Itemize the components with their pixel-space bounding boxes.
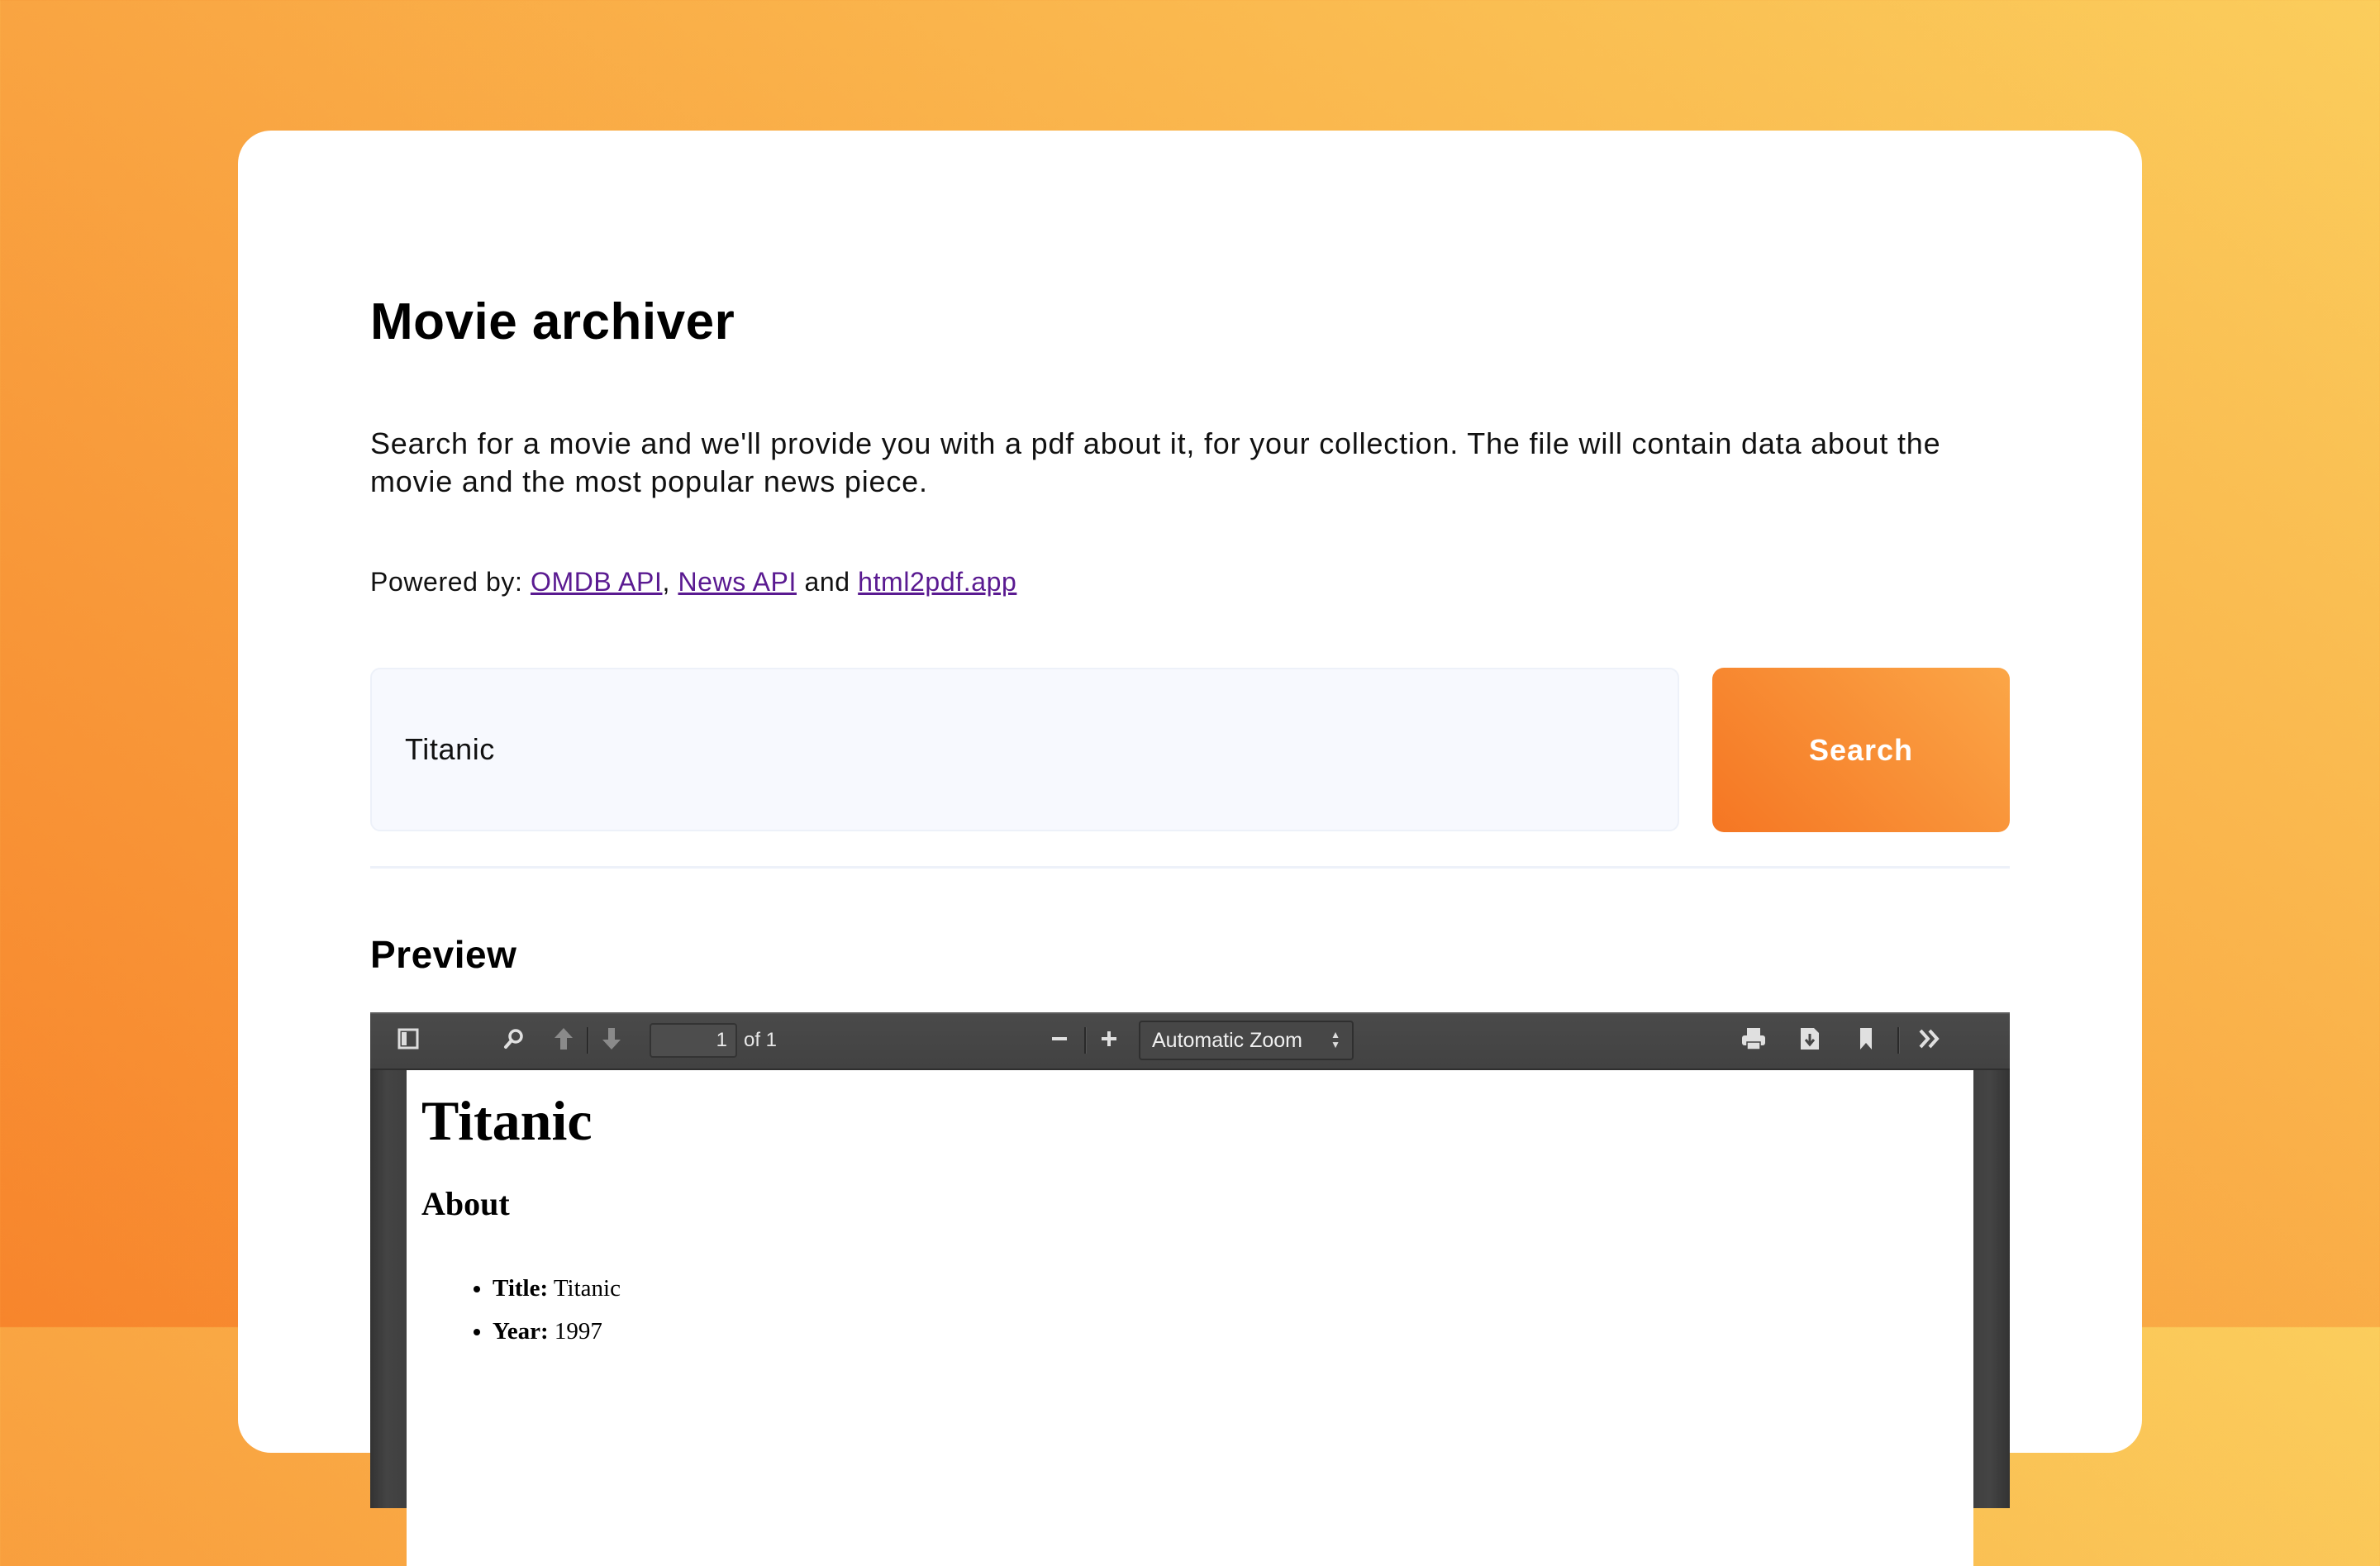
next-page-button[interactable] [592,1024,631,1057]
zoom-select-value: Automatic Zoom [1152,1028,1303,1052]
pdf-page: Titanic About Title: Titanic Year: 1997 [407,1070,1973,1566]
bookmark-icon [1858,1026,1874,1055]
item-value: 1997 [548,1318,602,1345]
zoom-select[interactable]: Automatic Zoom ▲ ▼ [1139,1021,1354,1060]
separator: , [662,567,678,597]
plus-icon [1099,1029,1119,1053]
toolbar-separator [587,1027,588,1054]
toolbar-separator [1084,1027,1086,1054]
select-arrows-icon: ▲ ▼ [1330,1029,1340,1050]
item-label: Title: [493,1275,549,1302]
movie-search-input[interactable] [370,668,1679,831]
arrow-down-icon [600,1026,623,1055]
separator: and [797,567,859,597]
page-title: Movie archiver [370,293,735,350]
arrow-up-icon [552,1026,575,1055]
pdf-toolbar: of 1 Automatic Zoom ▲▼ [370,1012,2010,1070]
pdf-section-heading: About [421,1185,510,1222]
search-icon [502,1027,526,1054]
powered-by: Powered by: OMDB API, News API and html2… [370,567,1016,597]
sidebar-icon [397,1027,420,1054]
preview-heading: Preview [370,933,517,976]
news-api-link[interactable]: News API [678,567,797,597]
main-card: Movie archiver Search for a movie and we… [238,131,2142,1566]
divider [370,866,2010,869]
printer-icon [1740,1026,1767,1055]
download-icon [1799,1026,1821,1055]
double-chevron-right-icon [1918,1028,1943,1054]
item-label: Year: [493,1318,549,1345]
zoom-in-button[interactable] [1089,1024,1129,1057]
pdf-document-title: Titanic [421,1089,593,1152]
previous-page-button[interactable] [544,1024,583,1057]
find-button[interactable] [494,1024,534,1057]
zoom-out-button[interactable] [1040,1024,1079,1057]
page-number-input[interactable] [650,1023,737,1058]
print-button[interactable] [1734,1024,1773,1057]
pdf-viewer: of 1 Automatic Zoom ▲▼ [370,1012,2010,1566]
page-count: of 1 [744,1029,778,1051]
download-button[interactable] [1790,1024,1830,1057]
list-item: Title: Titanic [493,1267,621,1310]
tools-button[interactable] [1911,1024,1950,1057]
item-value: Titanic [548,1275,621,1302]
html2pdf-link[interactable]: html2pdf.app [858,567,1016,597]
minus-icon [1050,1029,1069,1053]
toolbar-separator [1897,1027,1899,1054]
omdb-api-link[interactable]: OMDB API [531,567,663,597]
pdf-details-list: Title: Titanic Year: 1997 [421,1267,621,1353]
page-description: Search for a movie and we'll provide you… [370,426,1941,498]
sidebar-toggle-button[interactable] [388,1024,428,1057]
powered-by-prefix: Powered by: [370,567,531,597]
search-button[interactable]: Search [1712,668,2010,832]
list-item: Year: 1997 [493,1310,621,1353]
bookmark-button[interactable] [1846,1024,1886,1057]
